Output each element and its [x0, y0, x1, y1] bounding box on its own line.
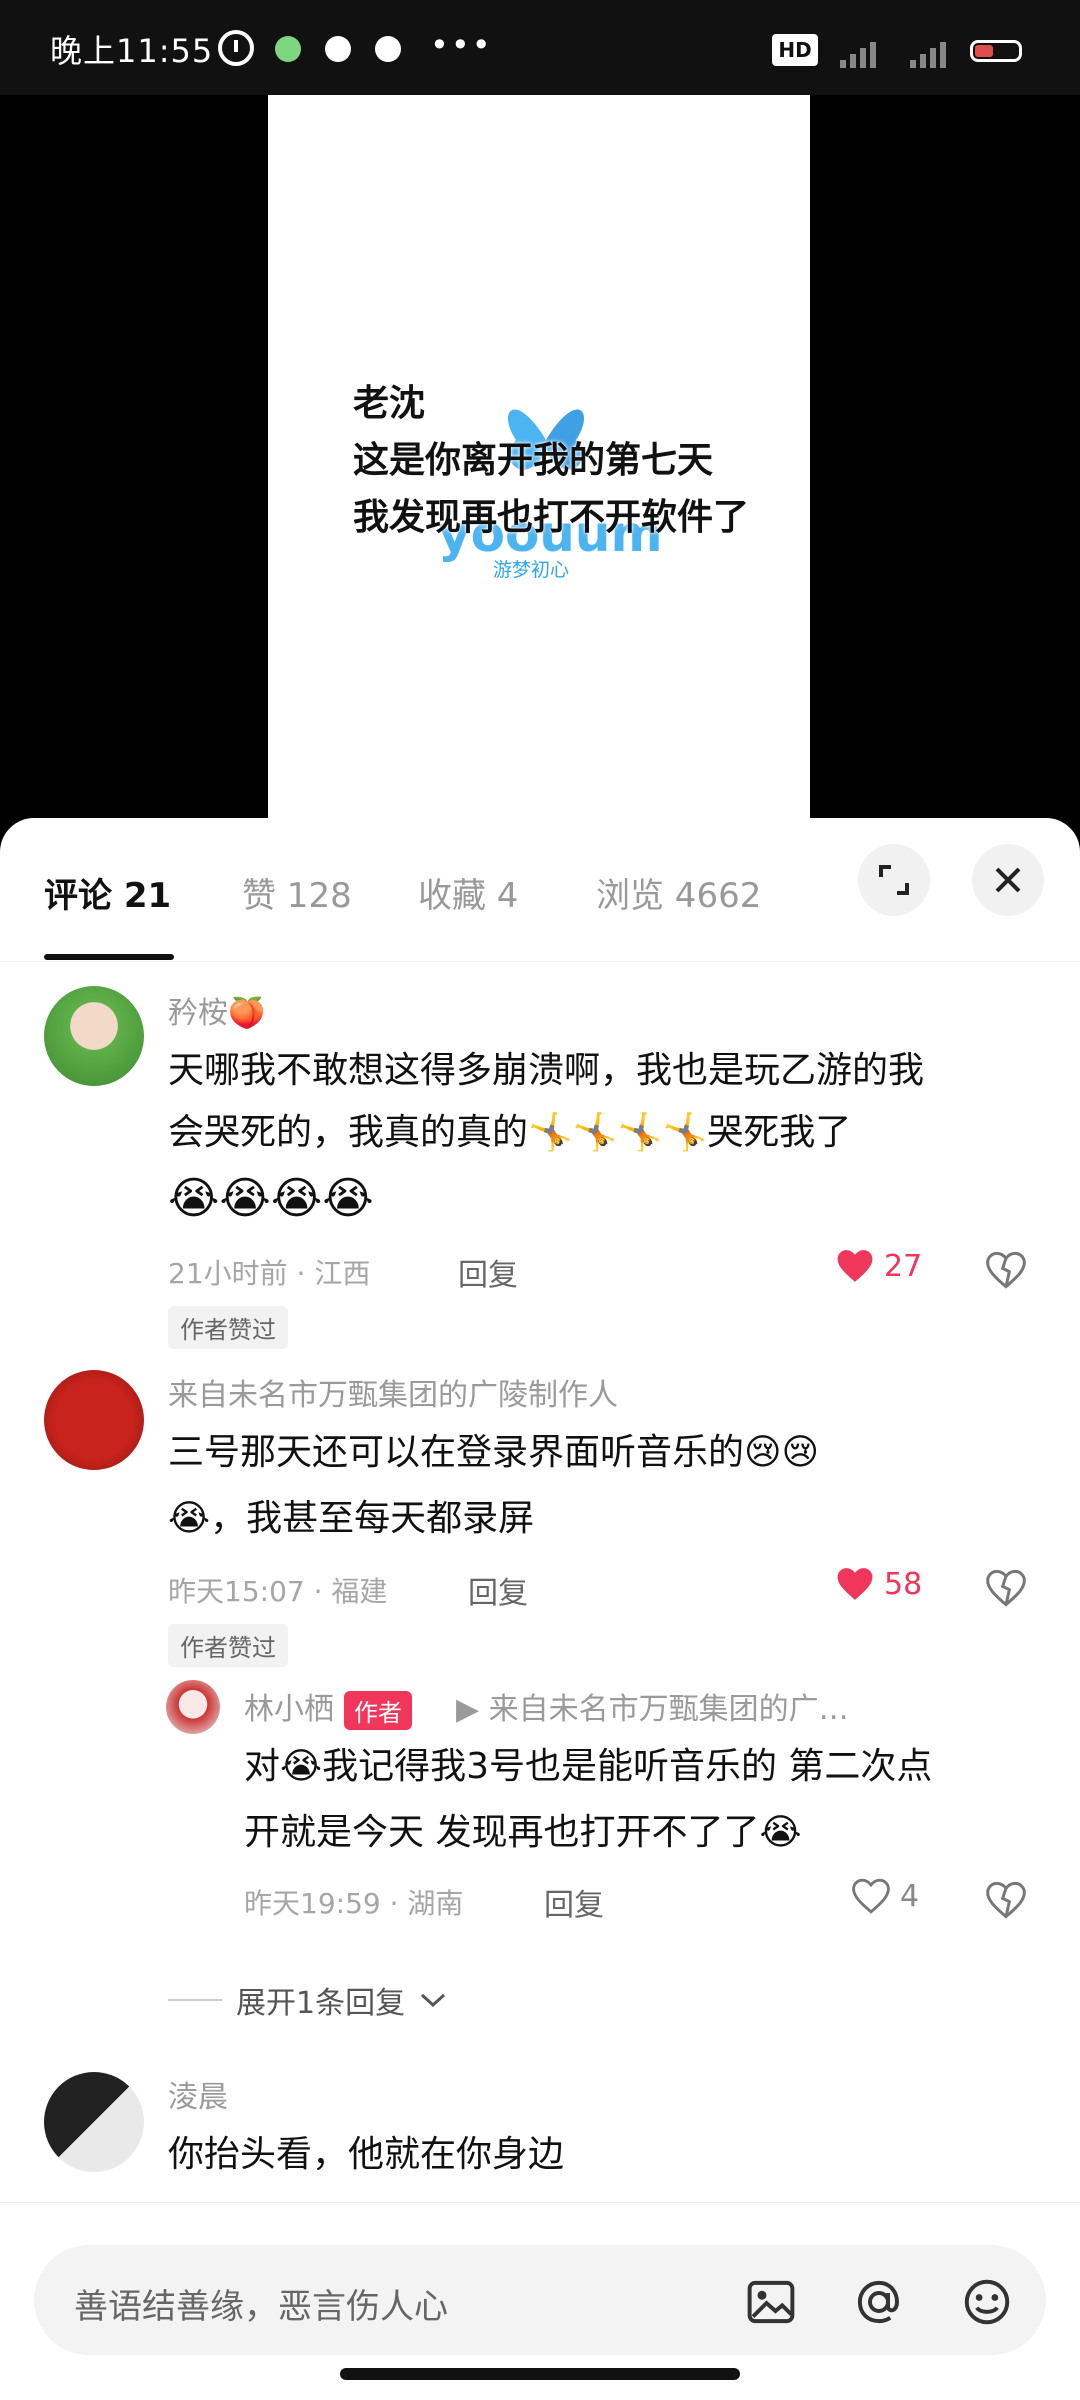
comment-input-placeholder: 善语结善缘，恶言伤人心: [74, 2287, 448, 2327]
like-count: 4: [900, 1878, 920, 1914]
tab-favorites[interactable]: 收藏 4: [418, 868, 518, 917]
tab-comments[interactable]: 评论 21: [44, 868, 171, 917]
comment-text-line: 天哪我不敢想这得多崩溃啊，我也是玩乙游的我: [168, 1050, 925, 1091]
overlay-line-1: 老沈: [353, 383, 426, 424]
expand-replies-label: 展开1条回复: [236, 1986, 406, 2021]
comment-text-line: 三号那天还可以在登录界面听音乐的😢😢: [168, 1432, 820, 1473]
overlay-line-3: 我发现再也打不开软件了: [353, 497, 750, 538]
expand-button[interactable]: [858, 844, 930, 916]
comment-meta: 昨天15:07 · 福建: [168, 1575, 388, 1608]
signal-icon-2: [898, 34, 958, 68]
wechat-icon: [275, 36, 301, 62]
image-icon[interactable]: [744, 2275, 798, 2329]
comment-text-line: 😭，我甚至每天都录屏: [168, 1498, 535, 1539]
reply-button[interactable]: 回复: [458, 1250, 518, 1294]
close-button[interactable]: [972, 844, 1044, 916]
emoji-icon[interactable]: [960, 2275, 1014, 2329]
dislike-icon[interactable]: [986, 1568, 1026, 1608]
author-badge: 作者: [344, 1691, 412, 1730]
video-overlay-text: 老沈 这是你离开我的第七天 我发现再也打不开软件了: [353, 375, 749, 546]
home-indicator[interactable]: [340, 2368, 740, 2380]
avatar[interactable]: [166, 1680, 220, 1734]
signal-icon: [828, 34, 888, 68]
comment-username[interactable]: 淩晨: [168, 2072, 228, 2116]
reply-text-line: 开就是今天 发现再也打开不了了😭: [244, 1812, 802, 1853]
overlay-line-2: 这是你离开我的第七天: [353, 440, 714, 481]
expand-icon: [879, 865, 909, 895]
battery-icon: [970, 40, 1022, 62]
heart-filled-icon: [837, 1250, 873, 1282]
mention-icon[interactable]: [852, 2275, 906, 2329]
tab-likes[interactable]: 赞 128: [242, 868, 352, 917]
tab-underline: [44, 954, 174, 960]
reply-button[interactable]: 回复: [468, 1568, 528, 1612]
video-player[interactable]: yoouum 游梦初心 老沈 这是你离开我的第七天 我发现再也打不开软件了: [0, 95, 1080, 820]
more-notifications-icon: •••: [430, 26, 493, 64]
heart-filled-icon: [837, 1568, 873, 1600]
comment-tabs: 评论 21 赞 128 收藏 4 浏览 4662: [0, 818, 1080, 962]
like-button[interactable]: 4: [852, 1878, 919, 1914]
dislike-icon[interactable]: [986, 1250, 1026, 1290]
status-time: 晚上11:55: [50, 32, 214, 70]
reply-meta: 昨天19:59 · 湖南: [244, 1887, 464, 1920]
dislike-icon[interactable]: [986, 1880, 1026, 1920]
expand-replies-button[interactable]: 展开1条回复: [168, 1978, 447, 2022]
comment-text-line: 会哭死的，我真的真的🤸🤸🤸🤸哭死我了: [168, 1112, 852, 1153]
like-button[interactable]: 58: [836, 1566, 922, 1602]
hd-voice-icon: HD: [772, 34, 818, 66]
message-icon: [375, 36, 401, 62]
comment-username[interactable]: 来自未名市万甄集团的广陵制作人: [168, 1370, 618, 1414]
reply-to-target[interactable]: ▶ 来自未名市万甄集团的广…: [456, 1684, 849, 1728]
author-liked-badge: 作者赞过: [168, 1624, 288, 1667]
alarm-icon: [218, 30, 254, 66]
app-notification-icon: [325, 36, 351, 62]
reply-username-text: 林小栖: [244, 1692, 334, 1727]
video-brand-sub: 游梦初心: [493, 559, 570, 581]
avatar[interactable]: [44, 986, 144, 1086]
comment-input[interactable]: 善语结善缘，恶言伤人心: [34, 2245, 1046, 2355]
video-frame: yoouum 游梦初心 老沈 这是你离开我的第七天 我发现再也打不开软件了: [268, 95, 810, 820]
tab-views[interactable]: 浏览 4662: [596, 868, 761, 917]
status-bar: 晚上11:55 ••• HD: [0, 0, 1080, 95]
comment-text-line: 你抬头看，他就在你身边: [168, 2134, 565, 2175]
divider-line: [168, 1999, 222, 2001]
like-count: 58: [884, 1566, 923, 1602]
reply-button[interactable]: 回复: [544, 1880, 604, 1924]
avatar[interactable]: [44, 2072, 144, 2172]
avatar[interactable]: [44, 1370, 144, 1470]
close-icon: [995, 867, 1021, 893]
comment-username[interactable]: 矜桉🍑: [168, 988, 265, 1032]
like-count: 27: [884, 1248, 923, 1284]
reply-username[interactable]: 林小栖 作者: [244, 1684, 412, 1730]
chevron-down-icon: [421, 1993, 446, 2008]
reply-text-line: 对😭我记得我3号也是能听音乐的 第二次点: [244, 1746, 933, 1787]
like-button[interactable]: 27: [836, 1248, 922, 1284]
comments-panel: 评论 21 赞 128 收藏 4 浏览 4662 矜桉🍑 天哪我不敢想这得多崩溃…: [0, 818, 1080, 2400]
heart-outline-icon: [852, 1878, 890, 1914]
comment-meta: 21小时前 · 江西: [168, 1257, 371, 1290]
author-liked-badge: 作者赞过: [168, 1306, 288, 1349]
comment-emoji-line: 😭😭😭😭: [168, 1173, 374, 1224]
